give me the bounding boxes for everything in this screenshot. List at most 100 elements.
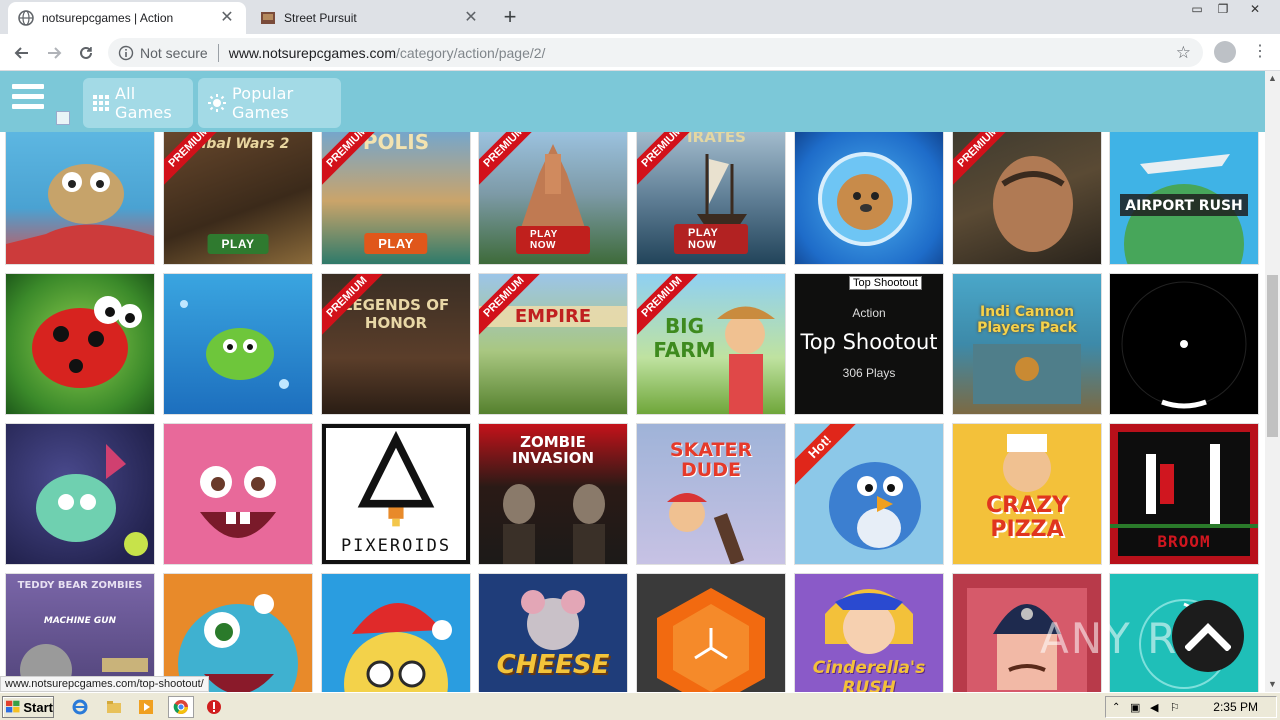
game-title: Cinderella's RUSH	[812, 658, 926, 692]
game-tile[interactable]	[637, 574, 785, 692]
all-games-label: All Games	[115, 84, 172, 122]
address-bar[interactable]: Not secure www.notsurepcgames.com /categ…	[108, 38, 1203, 67]
game-tile[interactable]: SKATER DUDE	[637, 424, 785, 564]
tab-notsurepcgames[interactable]: notsurepcgames | Action ✕	[8, 2, 246, 34]
tab-street-pursuit[interactable]: Street Pursuit ✕	[250, 2, 490, 34]
url-host: www.notsurepcgames.com	[228, 44, 396, 61]
scrollbar-thumb[interactable]	[1267, 275, 1278, 437]
game-title: Indi Cannon Players Pack	[977, 304, 1077, 336]
chrome-menu-icon[interactable]: ⋮	[1252, 41, 1268, 63]
windows-taskbar: Start ⌃ ▣ ◀ ⚐ 2:35 PM	[0, 692, 1280, 720]
game-favicon-icon	[260, 10, 276, 26]
tab-title: Street Pursuit	[284, 11, 357, 25]
game-tile[interactable]	[6, 132, 154, 264]
media-player-icon[interactable]	[138, 699, 154, 715]
game-category: Action	[852, 306, 886, 320]
game-title: ZOMBIE INVASION	[511, 433, 595, 467]
sun-burst-icon	[208, 94, 226, 112]
game-tile-top-shootout[interactable]: Top Shootout Action Top Shootout 306 Pla…	[795, 274, 943, 414]
play-now-button[interactable]: PLAY NOW	[674, 224, 748, 254]
url-path: /category/action/page/2/	[396, 44, 546, 61]
game-tile[interactable]: TEDDY BEAR ZOMBIES MACHINE GUN	[6, 574, 154, 692]
tab-strip: notsurepcgames | Action ✕ Street Pursuit…	[0, 0, 1280, 34]
start-label: Start	[23, 699, 53, 715]
network-icon[interactable]: ▣	[1130, 701, 1140, 714]
game-tile[interactable]: Cinderella's RUSH	[795, 574, 943, 692]
game-tile[interactable]: CHEESE	[479, 574, 627, 692]
tab-title: notsurepcgames | Action	[42, 11, 174, 25]
hamburger-menu-icon[interactable]	[12, 84, 44, 116]
play-count: 306 Plays	[842, 366, 896, 380]
game-tile[interactable]: Hot!	[795, 424, 943, 564]
game-tile[interactable]: BROOM	[1110, 424, 1258, 564]
game-tile[interactable]: AIRPORT RUSH	[1110, 132, 1258, 264]
game-tile[interactable]: Tribal Wars 2 PLAY PREMIUM	[164, 132, 312, 264]
game-tile[interactable]: PIRATES PLAY NOW PREMIUM	[637, 132, 785, 264]
reload-button[interactable]	[72, 39, 100, 67]
game-tile[interactable]: Indi Cannon Players Pack	[953, 274, 1101, 414]
game-tile[interactable]: LEGENDS OF HONOR PREMIUM	[322, 274, 470, 414]
scroll-to-top-button[interactable]	[1172, 600, 1244, 672]
game-tile[interactable]: PIXEROIDS	[322, 424, 470, 564]
scroll-up-arrow-icon[interactable]: ▲	[1265, 71, 1280, 86]
game-tile[interactable]: PREMIUM	[953, 132, 1101, 264]
game-tile[interactable]	[6, 274, 154, 414]
game-tile[interactable]: BIG FARM PREMIUM	[637, 274, 785, 414]
game-tile[interactable]: CRAZY PIZZA	[953, 424, 1101, 564]
chrome-taskbar-icon[interactable]	[168, 696, 194, 718]
volume-icon[interactable]: ◀	[1150, 701, 1158, 714]
new-tab-button[interactable]: +	[496, 4, 524, 32]
popular-games-button[interactable]: Popular Games	[198, 78, 341, 128]
game-tile[interactable]	[322, 574, 470, 692]
taskbar-clock[interactable]: 2:35 PM	[1213, 700, 1258, 714]
start-button[interactable]: Start	[2, 696, 54, 718]
close-tab-icon[interactable]: ✕	[218, 9, 236, 27]
info-icon[interactable]	[118, 45, 134, 61]
back-button[interactable]	[8, 39, 36, 67]
stop-record-icon[interactable]	[206, 699, 222, 715]
chevron-up-icon	[1185, 623, 1231, 651]
game-tile[interactable]	[6, 424, 154, 564]
game-tile[interactable]: ZOMBIE INVASION	[479, 424, 627, 564]
game-title: PIXEROIDS	[340, 536, 452, 556]
flag-icon[interactable]: ⚐	[1170, 701, 1180, 714]
play-button[interactable]: PLAY	[207, 234, 269, 254]
play-button[interactable]: PLAY	[364, 233, 428, 254]
game-tile[interactable]	[164, 574, 312, 692]
game-grid: Tribal Wars 2 PLAY PREMIUM POLIS PLAY PR…	[0, 132, 1265, 692]
windows-logo-icon	[6, 700, 20, 713]
close-tab-icon[interactable]: ✕	[462, 9, 480, 27]
tray-expand-icon[interactable]: ⌃	[1112, 702, 1120, 713]
all-games-button[interactable]: All Games	[83, 78, 193, 128]
game-tile[interactable]	[164, 424, 312, 564]
game-tile[interactable]: EMPIRE PREMIUM	[479, 274, 627, 414]
close-window-button[interactable]: ✕	[1240, 0, 1270, 20]
status-url-bubble: www.notsurepcgames.com/top-shootout/	[0, 676, 209, 692]
game-title: CHEESE	[496, 650, 610, 680]
scroll-down-arrow-icon[interactable]: ▼	[1265, 677, 1280, 692]
game-title: CRAZY PIZZA	[986, 493, 1068, 542]
grid-icon	[93, 95, 109, 111]
security-label: Not secure	[140, 44, 208, 61]
game-title: BIG FARM	[653, 314, 716, 362]
site-logo-broken-image[interactable]	[56, 111, 70, 125]
play-now-button[interactable]: PLAY NOW	[516, 226, 590, 254]
profile-avatar[interactable]	[1214, 41, 1236, 63]
game-tile[interactable]: POLIS PLAY PREMIUM	[322, 132, 470, 264]
hover-overlay[interactable]: Top Shootout Action Top Shootout 306 Pla…	[795, 274, 943, 414]
bookmark-star-icon[interactable]: ☆	[1176, 43, 1191, 63]
explorer-folder-icon[interactable]	[106, 699, 122, 715]
game-title: BROOM	[1157, 532, 1211, 551]
forward-button[interactable]	[40, 39, 68, 67]
game-tile[interactable]: PLAY NOW PREMIUM	[479, 132, 627, 264]
restore-button[interactable]: ❐	[1208, 0, 1238, 20]
page-scrollbar[interactable]: ▲ ▼	[1265, 71, 1280, 692]
internet-explorer-icon[interactable]	[72, 699, 88, 715]
site-header: All Games Popular Games	[0, 71, 1265, 132]
game-tile[interactable]	[164, 274, 312, 414]
game-tile[interactable]	[1110, 274, 1258, 414]
game-title: Top Shootout	[800, 330, 938, 354]
tooltip: Top Shootout	[849, 276, 922, 290]
game-title: SKATER DUDE	[669, 439, 753, 481]
game-tile[interactable]	[795, 132, 943, 264]
